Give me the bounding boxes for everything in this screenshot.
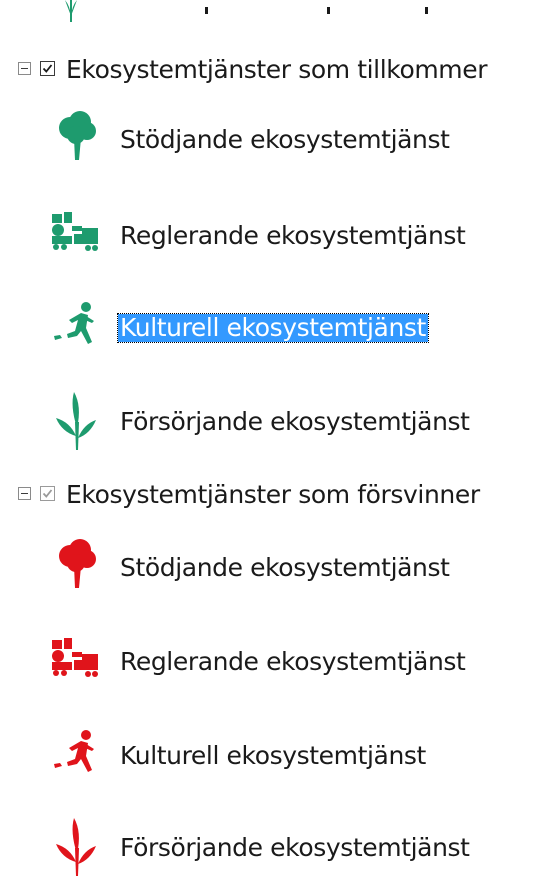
legend-item-label: Kulturell ekosystemtjänst — [120, 741, 426, 770]
tree-icon — [48, 538, 108, 598]
partial-icon-top — [60, 0, 100, 28]
regulating-icon — [48, 632, 108, 692]
legend-item-label: Försörjande ekosystemtjänst — [120, 407, 470, 436]
group-label: Ekosystemtjänster som försvinner — [66, 480, 480, 509]
legend-item[interactable]: Stödjande ekosystemtjänst — [48, 538, 528, 598]
legend-item[interactable]: Försörjande ekosystemtjänst — [48, 818, 528, 878]
runner-icon — [48, 298, 108, 358]
layer-group-added[interactable]: Ekosystemtjänster som tillkommer — [14, 50, 534, 90]
legend-item-label: Kulturell ekosystemtjänst — [117, 313, 429, 343]
runner-icon — [48, 726, 108, 786]
legend-item-label: Stödjande ekosystemtjänst — [120, 125, 450, 154]
wheat-icon — [48, 818, 108, 878]
legend-item[interactable]: Kulturell ekosystemtjänst — [48, 726, 528, 786]
collapse-toggle[interactable] — [18, 487, 31, 500]
collapse-toggle[interactable] — [18, 62, 31, 75]
legend-item[interactable]: Försörjande ekosystemtjänst — [48, 392, 528, 452]
checkmark-icon — [42, 489, 53, 498]
legend-item-label: Stödjande ekosystemtjänst — [120, 553, 450, 582]
layer-checkbox[interactable] — [40, 486, 55, 501]
group-label: Ekosystemtjänster som tillkommer — [66, 55, 488, 84]
wheat-icon — [48, 392, 108, 452]
legend-item[interactable]: Reglerande ekosystemtjänst — [48, 206, 528, 266]
legend-item[interactable]: Kulturell ekosystemtjänst — [48, 298, 528, 358]
legend-item-label: Reglerande ekosystemtjänst — [120, 221, 466, 250]
legend-item-label: Försörjande ekosystemtjänst — [120, 833, 470, 862]
layer-group-removed[interactable]: Ekosystemtjänster som försvinner — [14, 475, 534, 515]
checkmark-icon — [42, 64, 53, 73]
tree-icon — [48, 110, 108, 170]
legend-item-label: Reglerande ekosystemtjänst — [120, 647, 466, 676]
regulating-icon — [48, 206, 108, 266]
layer-checkbox[interactable] — [40, 61, 55, 76]
legend-item[interactable]: Stödjande ekosystemtjänst — [48, 110, 528, 170]
partial-text-mark — [425, 7, 428, 14]
legend-item[interactable]: Reglerande ekosystemtjänst — [48, 632, 528, 692]
partial-text-mark — [205, 7, 208, 14]
partial-text-mark — [327, 7, 330, 14]
